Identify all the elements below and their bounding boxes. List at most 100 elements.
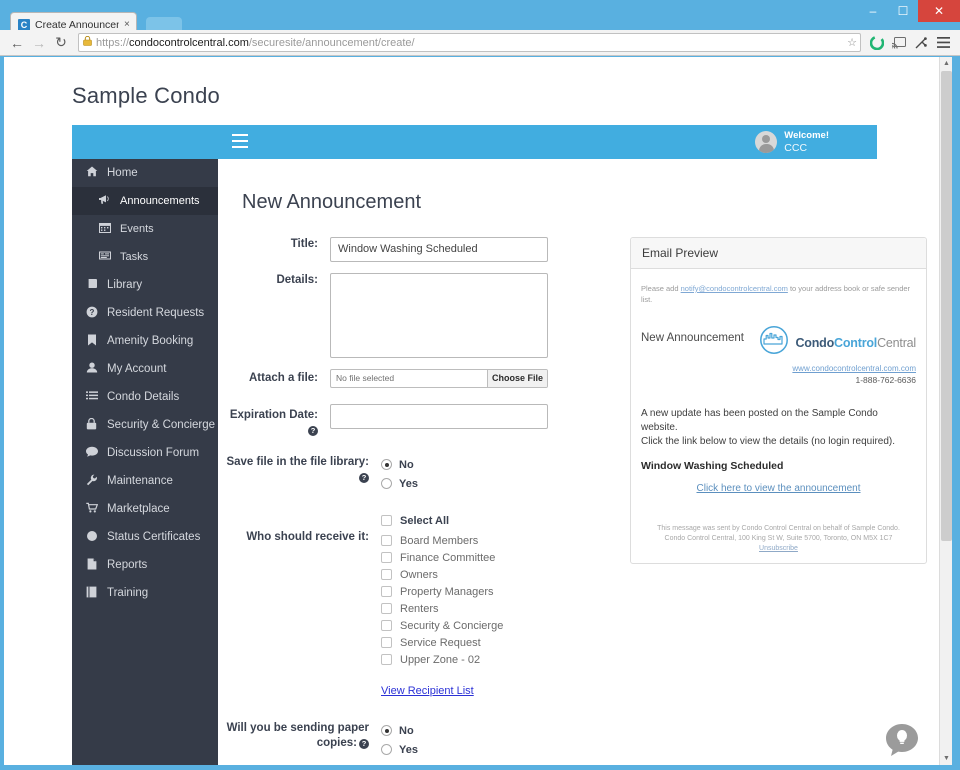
sidebar-item-discussion-forum[interactable]: Discussion Forum [72, 439, 218, 467]
help-widget-button[interactable] [883, 721, 921, 759]
choose-file-button[interactable]: Choose File [487, 370, 547, 387]
sidebar-item-events[interactable]: Events [72, 215, 218, 243]
sidebar-item-condo-details[interactable]: Condo Details [72, 383, 218, 411]
field-row-paper: Will you be sending paper copies:? No Ye… [218, 721, 548, 759]
checkbox-indicator [381, 515, 392, 526]
vertical-scrollbar[interactable]: ▲ ▼ [939, 57, 952, 765]
help-icon[interactable]: ? [359, 473, 369, 483]
recipient-checkbox-finance-committee[interactable]: Finance Committee [381, 550, 548, 565]
lock-icon [85, 417, 98, 433]
sidebar-item-tasks[interactable]: Tasks [72, 243, 218, 271]
brand-website-link[interactable]: www.condocontrolcentral.com.com [759, 364, 916, 373]
file-input[interactable]: No file selected Choose File [330, 369, 548, 388]
scroll-up-arrow[interactable]: ▲ [940, 57, 952, 70]
recipient-checkbox-board-members[interactable]: Board Members [381, 533, 548, 548]
close-icon[interactable]: × [124, 19, 130, 30]
cast-icon[interactable] [888, 32, 910, 54]
recipient-label: Upper Zone - 02 [400, 653, 481, 666]
note-prefix: Please add [641, 284, 681, 293]
recipients-checkbox-group: Select All Board Members Finance Committee… [381, 513, 548, 669]
recipient-checkbox-property-managers[interactable]: Property Managers [381, 584, 548, 599]
field-row-details: Details: [218, 273, 548, 358]
radio-indicator [381, 725, 392, 736]
condo-control-central-logo-icon [759, 325, 789, 360]
scrollbar-thumb[interactable] [941, 71, 952, 541]
email-cta-anchor[interactable]: Click here to view the announcement [697, 483, 861, 494]
savefile-yes-label: Yes [399, 477, 418, 490]
notify-email-link[interactable]: notify@condocontrolcentral.com [681, 284, 788, 293]
recipient-label: Renters [400, 602, 439, 615]
sidebar-item-home[interactable]: Home [72, 159, 218, 187]
browser-toolbar: ← → ↻ https://condocontrolcentral.com/se… [0, 30, 960, 56]
sidebar-item-marketplace[interactable]: Marketplace [72, 495, 218, 523]
help-icon[interactable]: ? [359, 739, 369, 749]
email-subject: Window Washing Scheduled [641, 460, 784, 472]
welcome-username: CCC [784, 142, 808, 154]
hamburger-menu-icon[interactable] [232, 134, 248, 148]
sidebar-item-amenity-booking[interactable]: Amenity Booking [72, 327, 218, 355]
details-textarea[interactable] [330, 273, 548, 358]
sidebar-item-label: Security & Concierge [107, 419, 216, 431]
paper-radio-yes[interactable]: Yes [381, 740, 548, 759]
sidebar-item-resident-requests[interactable]: ? Resident Requests [72, 299, 218, 327]
list-icon [85, 390, 98, 404]
sidebar-item-status-certificates[interactable]: Status Certificates [72, 523, 218, 551]
application-shell: Welcome! CCC Home Announcements Events Task… [72, 125, 927, 765]
checkbox-indicator [381, 535, 392, 546]
attach-file-label: Attach a file: [248, 372, 318, 384]
paper-radio-no[interactable]: No [381, 721, 548, 740]
title-input[interactable]: Window Washing Scheduled [330, 237, 548, 262]
forward-icon[interactable]: → [28, 32, 50, 54]
main-content: New Announcement Title: Window Washing S… [218, 159, 927, 765]
recipient-label: Select All [400, 514, 450, 527]
bookmark-icon [85, 334, 98, 349]
recipient-checkbox-select-all[interactable]: Select All [381, 513, 548, 528]
menu-icon[interactable] [932, 32, 954, 54]
bookmark-star-icon[interactable]: ☆ [847, 36, 857, 49]
savefile-radio-no[interactable]: No [381, 455, 548, 474]
calendar-icon [98, 222, 111, 236]
plugin-icon[interactable] [910, 32, 932, 54]
recipient-checkbox-owners[interactable]: Owners [381, 567, 548, 582]
recipient-checkbox-security-concierge[interactable]: Security & Concierge [381, 618, 548, 633]
scroll-down-arrow[interactable]: ▼ [940, 752, 952, 765]
sidebar-item-announcements[interactable]: Announcements [72, 187, 218, 215]
help-icon[interactable]: ? [308, 426, 318, 436]
url-host: condocontrolcentral.com [129, 36, 249, 49]
checkbox-indicator [381, 569, 392, 580]
sidebar-item-maintenance[interactable]: Maintenance [72, 467, 218, 495]
sidebar-nav: Home Announcements Events Tasks Library? Resi… [72, 159, 218, 765]
email-cta-link[interactable]: Click here to view the announcement [641, 483, 916, 494]
email-brand-row: New Announcement CondoControlCentral www… [641, 325, 916, 385]
svg-text:?: ? [89, 308, 94, 317]
sidebar-item-library[interactable]: Library [72, 271, 218, 299]
recipient-checkbox-service-request[interactable]: Service Request [381, 635, 548, 650]
recipient-checkbox-renters[interactable]: Renters [381, 601, 548, 616]
save-file-text: Save file in the file library: [226, 456, 369, 468]
web-page: Sample Condo Welcome! CCC Home Announceme… [4, 57, 939, 765]
save-file-label: Save file in the file library:? [218, 455, 381, 493]
sidebar-item-training[interactable]: Training [72, 579, 218, 607]
paper-yes-label: Yes [399, 743, 418, 756]
recipient-label: Board Members [400, 534, 479, 547]
email-preview-header: Email Preview [631, 238, 926, 269]
sidebar-item-label: Tasks [120, 251, 149, 263]
expiration-date-label: Expiration Date:? [218, 404, 330, 438]
unsubscribe-link[interactable]: Unsubscribe [759, 545, 798, 552]
url-scheme: https:// [96, 36, 130, 49]
brand-part-2: Control [834, 335, 878, 350]
expiration-date-input[interactable] [330, 404, 548, 429]
file-icon [85, 558, 98, 573]
sidebar-item-label: Marketplace [107, 503, 170, 515]
sidebar-item-my-account[interactable]: My Account [72, 355, 218, 383]
sidebar-item-security-concierge[interactable]: Security & Concierge [72, 411, 218, 439]
user-menu[interactable]: Welcome! CCC [755, 129, 829, 155]
sidebar-item-reports[interactable]: Reports [72, 551, 218, 579]
savefile-radio-yes[interactable]: Yes [381, 474, 548, 493]
view-recipient-list-link[interactable]: View Recipient List [381, 685, 474, 697]
reload-icon[interactable]: ↻ [50, 32, 72, 54]
recipient-checkbox-upper-zone-02[interactable]: Upper Zone - 02 [381, 652, 548, 667]
address-bar[interactable]: https://condocontrolcentral.com/securesi… [78, 33, 861, 52]
extension-green-icon[interactable] [866, 32, 888, 54]
back-icon[interactable]: ← [6, 32, 28, 54]
